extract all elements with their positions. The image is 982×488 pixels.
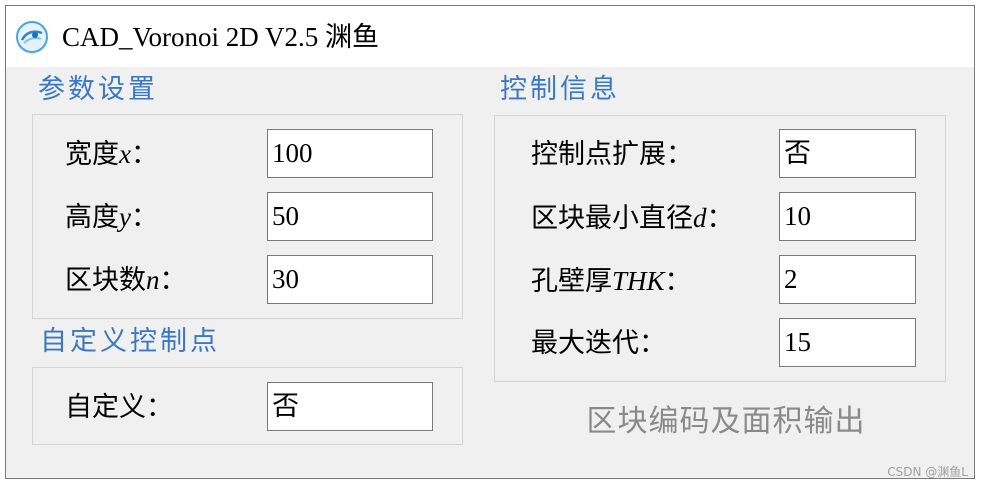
output-button[interactable]: 区块编码及面积输出: [581, 401, 871, 443]
custom-group-title: 自定义控制点: [40, 326, 220, 357]
custom-input[interactable]: 否: [267, 382, 433, 431]
watermark: CSDN @渊鱼L: [887, 465, 968, 479]
min-diameter-input[interactable]: 10: [779, 192, 916, 241]
wall-thickness-input[interactable]: 2: [779, 255, 916, 304]
block-count-label: 区块数n：: [65, 265, 187, 296]
control-group: 控制点扩展： 否 区块最小直径d： 10 孔壁厚THK： 2 最大迭代： 15: [494, 115, 946, 382]
params-group-title: 参数设置: [38, 74, 158, 105]
wall-thickness-label: 孔壁厚THK：: [531, 266, 692, 297]
custom-group: 自定义： 否: [32, 367, 463, 445]
width-label: 宽度x：: [65, 139, 158, 170]
height-input[interactable]: 50: [267, 192, 433, 241]
min-diameter-label: 区块最小直径d：: [531, 203, 734, 234]
app-logo-icon: [16, 21, 48, 53]
app-window: CAD_Voronoi 2D V2.5 渊鱼 参数设置 宽度x： 100 高度y…: [5, 5, 975, 479]
block-count-input[interactable]: 30: [267, 255, 433, 304]
height-label: 高度y：: [65, 202, 158, 233]
max-iterations-label: 最大迭代：: [531, 328, 666, 359]
title-bar: CAD_Voronoi 2D V2.5 渊鱼: [6, 6, 974, 67]
max-iterations-input[interactable]: 15: [779, 318, 916, 367]
control-group-title: 控制信息: [500, 74, 620, 105]
width-input[interactable]: 100: [267, 129, 433, 178]
control-point-extend-label: 控制点扩展：: [531, 139, 693, 170]
window-title: CAD_Voronoi 2D V2.5 渊鱼: [62, 22, 380, 52]
params-group: 宽度x： 100 高度y： 50 区块数n： 30: [32, 114, 463, 319]
control-point-extend-input[interactable]: 否: [779, 129, 916, 178]
custom-label: 自定义：: [65, 392, 173, 423]
